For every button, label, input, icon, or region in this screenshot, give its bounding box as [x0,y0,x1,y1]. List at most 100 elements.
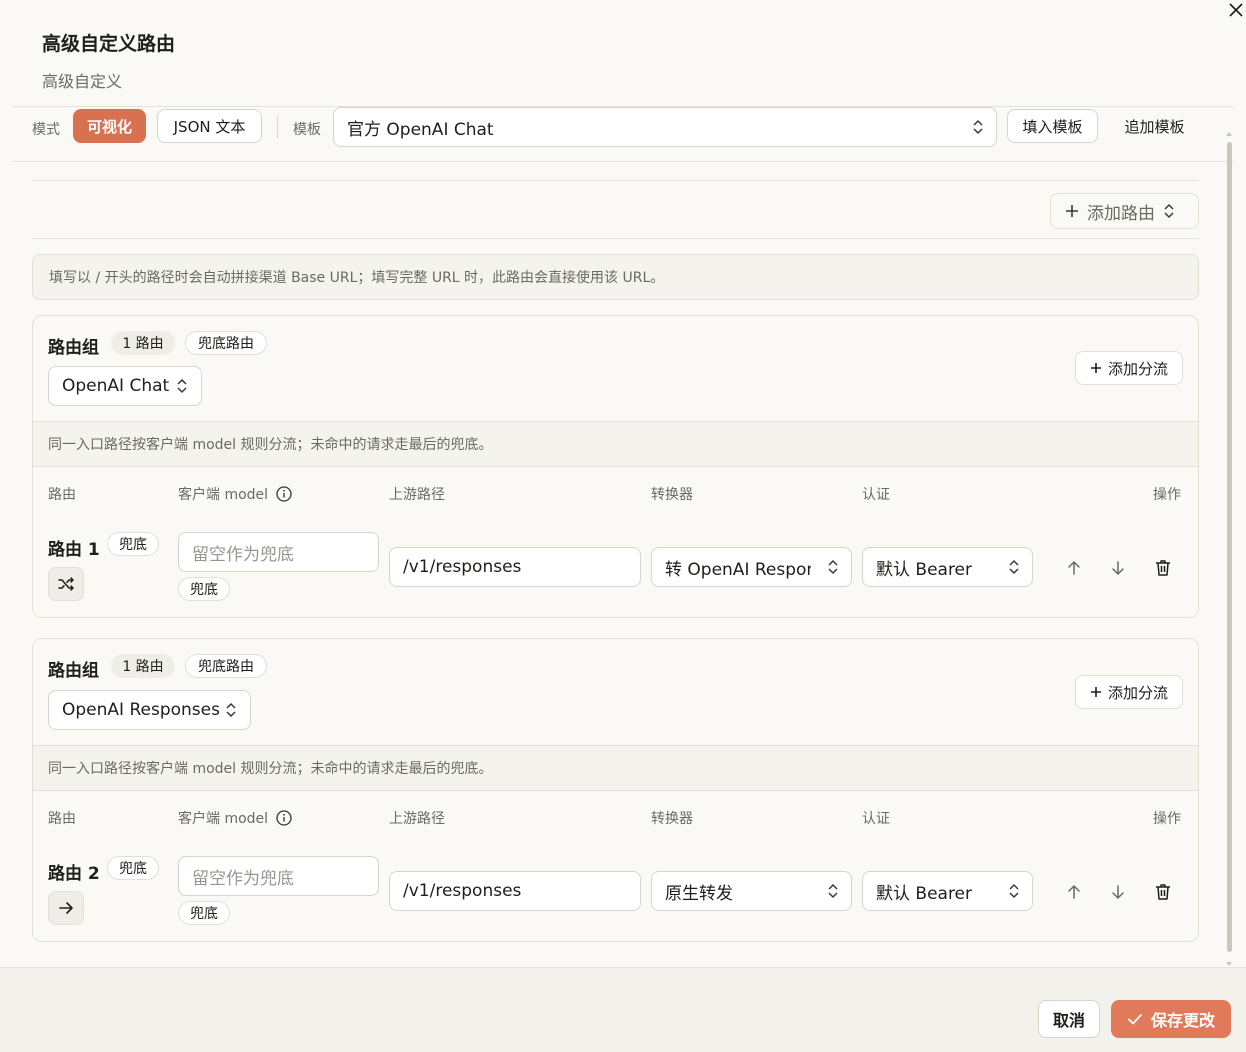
add-split-button[interactable]: 添加分流 [1075,351,1183,385]
scrollbar-thumb[interactable] [1227,142,1232,952]
arrow-right-icon [59,902,73,914]
path-hint: 填写以 / 开头的路径时会自动拼接渠道 Base URL；填写完整 URL 时，… [32,254,1199,300]
plus-icon [1066,205,1078,217]
entry-select-value: OpenAI Chat [62,376,170,396]
col-client-model-label: 客户端 model [178,811,269,827]
move-up-button[interactable] [1063,557,1085,579]
group-title: 路由组 [48,661,99,681]
col-upstream-path: 上游路径 [389,811,445,827]
cancel-button[interactable]: 取消 [1038,1000,1100,1038]
chevron-updown-icon [973,119,983,135]
arrow-up-icon [1068,885,1080,899]
group-title: 路由组 [48,338,99,358]
chevron-updown-icon [1164,203,1174,219]
save-label: 保存更改 [1150,1011,1215,1030]
close-icon [1229,3,1243,17]
fallback-badge: 兜底路由 [185,331,267,355]
group-description: 同一入口路径按客户端 model 规则分流；未命中的请求走最后的兜底。 [33,421,1198,467]
toolbar-divider [277,116,278,138]
toolbar: 模式 可视化 JSON 文本 模板 官方 OpenAI Chat 填入模板 追加… [12,106,1234,162]
col-route: 路由 [48,487,76,503]
divider [32,238,1199,239]
move-down-button[interactable] [1107,557,1129,579]
dialog-footer: 取消 保存更改 [0,967,1246,1052]
add-route-button[interactable]: 添加路由 [1050,193,1199,229]
converter-select[interactable]: 转 OpenAI Responses [651,547,852,587]
chevron-updown-icon [1009,883,1019,899]
template-select[interactable]: 官方 OpenAI Chat [333,107,997,147]
route-mode-button[interactable] [48,567,84,601]
info-icon[interactable] [276,486,292,502]
dialog-subtitle: 高级自定义 [42,72,123,91]
route-count-badge: 1 路由 [111,331,175,355]
chevron-updown-icon [828,559,838,575]
move-down-button[interactable] [1107,881,1129,903]
add-split-label: 添加分流 [1107,359,1168,378]
route-name: 路由 1 [48,540,100,560]
entry-select-value: OpenAI Responses [62,700,220,720]
append-template-button[interactable]: 追加模板 [1109,109,1200,143]
auth-value: 默认 Bearer [876,883,973,904]
template-label: 模板 [293,122,321,138]
fallback-badge: 兜底路由 [185,654,267,678]
route-fallback-badge: 兜底 [107,532,159,556]
move-up-button[interactable] [1063,881,1085,903]
auth-select[interactable]: 默认 Bearer [862,871,1033,911]
col-client-model: 客户端 model [178,484,292,504]
mode-visual-button[interactable]: 可视化 [73,109,146,143]
info-icon[interactable] [276,810,292,826]
col-route: 路由 [48,811,76,827]
entry-select[interactable]: OpenAI Responses [48,690,251,730]
trash-icon [1156,884,1170,900]
template-select-value: 官方 OpenAI Chat [347,119,494,140]
col-actions: 操作 [1153,811,1181,827]
chevron-updown-icon [177,378,187,394]
upstream-path-input[interactable]: /v1/responses [389,871,641,911]
group-description: 同一入口路径按客户端 model 规则分流；未命中的请求走最后的兜底。 [33,745,1198,791]
arrow-up-icon [1068,561,1080,575]
col-client-model: 客户端 model [178,808,292,828]
arrow-down-icon [1112,885,1124,899]
scroll-up-icon [1226,132,1232,136]
col-converter: 转换器 [651,487,693,503]
route-fallback-badge: 兜底 [107,856,159,880]
route-count-badge: 1 路由 [111,654,175,678]
model-fallback-badge: 兜底 [178,577,230,601]
col-upstream-path: 上游路径 [389,487,445,503]
check-icon [1128,1014,1142,1025]
add-split-label: 添加分流 [1107,683,1168,702]
arrow-down-icon [1112,561,1124,575]
converter-value: 原生转发 [665,883,733,904]
chevron-updown-icon [1009,559,1019,575]
upstream-path-input[interactable]: /v1/responses [389,547,641,587]
route-group-1: 路由组 1 路由 兜底路由 OpenAI Chat 添加分流 同一入口路径按客户… [32,315,1199,618]
fill-template-button[interactable]: 填入模板 [1007,109,1098,143]
converter-select[interactable]: 原生转发 [651,871,852,911]
route-group-2: 路由组 1 路由 兜底路由 OpenAI Responses 添加分流 同一入口… [32,638,1199,942]
auth-value: 默认 Bearer [876,559,973,580]
route-name: 路由 2 [48,864,100,884]
dialog-header: 高级自定义路由 高级自定义 [42,29,175,92]
add-route-label: 添加路由 [1087,203,1155,224]
delete-button[interactable] [1152,881,1174,903]
dialog-title: 高级自定义路由 [42,33,176,55]
route-mode-button[interactable] [48,891,84,925]
mode-json-button[interactable]: JSON 文本 [157,109,262,143]
client-model-input[interactable]: 留空作为兜底 [178,856,379,896]
close-button[interactable] [1226,0,1246,20]
entry-select[interactable]: OpenAI Chat [48,366,202,406]
save-button[interactable]: 保存更改 [1111,1000,1231,1038]
col-auth: 认证 [862,811,890,827]
trash-icon [1156,560,1170,576]
model-fallback-badge: 兜底 [178,901,230,925]
mode-label: 模式 [32,122,60,138]
col-auth: 认证 [862,487,890,503]
shuffle-icon [58,577,74,591]
col-client-model-label: 客户端 model [178,487,269,503]
client-model-input[interactable]: 留空作为兜底 [178,532,379,572]
plus-icon [1090,687,1101,697]
auth-select[interactable]: 默认 Bearer [862,547,1033,587]
converter-value: 转 OpenAI Responses [665,559,811,580]
add-split-button[interactable]: 添加分流 [1075,675,1183,709]
delete-button[interactable] [1152,557,1174,579]
